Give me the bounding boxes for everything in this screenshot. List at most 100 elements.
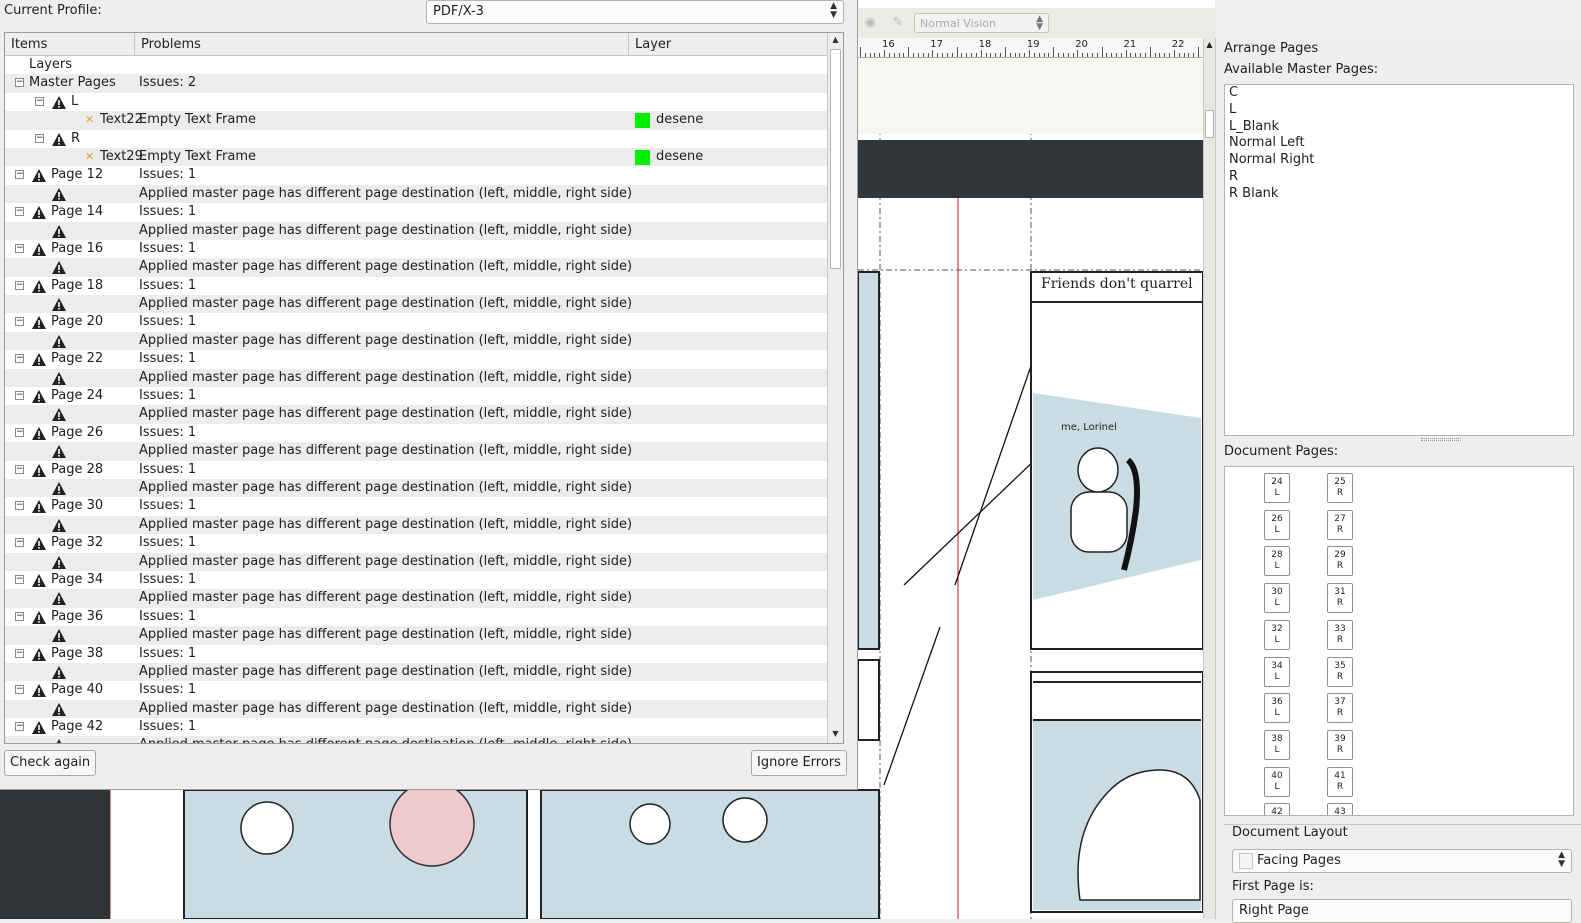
- collapse-icon[interactable]: −: [15, 574, 24, 584]
- tree-vertical-scrollbar[interactable]: ▲ ▼: [827, 33, 843, 743]
- collapse-icon[interactable]: −: [15, 722, 24, 732]
- tree-row[interactable]: Applied master page has different page d…: [5, 184, 827, 204]
- tree-row[interactable]: − Page 24 Issues: 1: [5, 387, 827, 405]
- tree-row[interactable]: Applied master page has different page d…: [5, 405, 827, 424]
- scroll-down-icon[interactable]: ▼: [830, 729, 841, 741]
- tree-row[interactable]: − Page 38 Issues: 1: [5, 645, 827, 663]
- collapse-icon[interactable]: −: [15, 243, 24, 253]
- collapse-icon[interactable]: −: [15, 427, 24, 437]
- ignore-errors-button[interactable]: Ignore Errors: [751, 750, 847, 776]
- tree-row[interactable]: − Page 28 Issues: 1: [5, 461, 827, 479]
- tree-row[interactable]: ✕ Text22 Empty Text Frame desene: [5, 111, 827, 130]
- document-page-thumb[interactable]: 42: [1264, 803, 1290, 815]
- tree-row[interactable]: Applied master page has different page d…: [5, 589, 827, 608]
- splitter-handle[interactable]: [1421, 438, 1461, 441]
- tree-scroll-thumb[interactable]: [830, 49, 841, 269]
- master-page-item[interactable]: C: [1225, 85, 1573, 102]
- document-page-thumb[interactable]: 40 L: [1264, 766, 1290, 797]
- tree-row[interactable]: − Page 40 Issues: 1: [5, 681, 827, 699]
- tree-row[interactable]: Layers: [5, 56, 827, 74]
- tree-row[interactable]: − Page 16 Issues: 1: [5, 240, 827, 258]
- document-page-thumb[interactable]: 27 R: [1327, 509, 1353, 540]
- document-page-thumb[interactable]: 36 L: [1264, 693, 1290, 724]
- tree-row[interactable]: − Page 14 Issues: 1: [5, 203, 827, 221]
- tree-row[interactable]: − Page 30 Issues: 1: [5, 497, 827, 515]
- collapse-icon[interactable]: −: [15, 207, 24, 217]
- document-page-thumb[interactable]: 24 L: [1264, 473, 1290, 503]
- document-page-thumb[interactable]: 39 R: [1327, 729, 1353, 760]
- collapse-icon[interactable]: −: [15, 170, 24, 180]
- collapse-icon[interactable]: −: [15, 648, 24, 658]
- collapse-icon[interactable]: −: [15, 391, 24, 401]
- master-page-item[interactable]: R Blank: [1225, 186, 1573, 203]
- collapse-icon[interactable]: −: [15, 464, 24, 474]
- master-page-item[interactable]: Normal Right: [1225, 152, 1573, 169]
- layout-select[interactable]: Facing Pages ▲ ▼: [1232, 849, 1572, 873]
- tree-row[interactable]: − Page 22 Issues: 1: [5, 350, 827, 368]
- tree-row[interactable]: Applied master page has different page d…: [5, 258, 827, 277]
- master-pages-list[interactable]: C L L_Blank Normal Left Normal Right R R Blank: [1224, 84, 1574, 436]
- check-again-button[interactable]: Check again: [4, 750, 97, 776]
- tree-row[interactable]: Applied master page has different page d…: [5, 368, 827, 388]
- column-header-layer[interactable]: Layer: [629, 33, 827, 56]
- document-page-thumb[interactable]: 35 R: [1327, 656, 1353, 687]
- master-page-item[interactable]: L: [1225, 102, 1573, 119]
- document-page-thumb[interactable]: 30 L: [1264, 583, 1290, 614]
- tree-row[interactable]: ✕ Text29 Empty Text Frame desene: [5, 147, 827, 167]
- tree-row[interactable]: Applied master page has different page d…: [5, 626, 827, 645]
- canvas-vertical-scrollbar[interactable]: ▲: [1203, 38, 1215, 919]
- collapse-icon[interactable]: −: [15, 501, 24, 511]
- tree-row[interactable]: Applied master page has different page d…: [5, 736, 827, 743]
- document-page-thumb[interactable]: 33 R: [1327, 619, 1353, 650]
- document-page-thumb[interactable]: 43: [1327, 803, 1353, 815]
- tree-row[interactable]: Applied master page has different page d…: [5, 221, 827, 240]
- tree-row[interactable]: Applied master page has different page d…: [5, 295, 827, 314]
- document-page-thumb[interactable]: 32 L: [1264, 619, 1290, 650]
- tree-row[interactable]: Applied master page has different page d…: [5, 442, 827, 461]
- first-page-select[interactable]: Right Page: [1232, 899, 1572, 923]
- collapse-icon[interactable]: −: [15, 538, 24, 548]
- master-page-item[interactable]: L_Blank: [1225, 119, 1573, 136]
- tree-row[interactable]: − Page 18 Issues: 1: [5, 277, 827, 295]
- document-page-thumb[interactable]: 34 L: [1264, 656, 1290, 687]
- column-header-problems[interactable]: Problems: [135, 33, 629, 56]
- collapse-icon[interactable]: −: [15, 611, 24, 621]
- eye-icon[interactable]: ◉: [862, 15, 878, 31]
- tree-row[interactable]: − Page 26 Issues: 1: [5, 424, 827, 442]
- collapse-icon[interactable]: −: [35, 133, 44, 143]
- document-page-thumb[interactable]: 29 R: [1327, 546, 1353, 577]
- profile-select[interactable]: PDF/X-3 ▲ ▼: [426, 0, 844, 24]
- vision-select[interactable]: Normal Vision ▲ ▼: [914, 13, 1049, 33]
- tree-row[interactable]: − Page 32 Issues: 1: [5, 534, 827, 552]
- collapse-icon[interactable]: −: [15, 78, 24, 88]
- document-page-thumb[interactable]: 31 R: [1327, 583, 1353, 614]
- tree-row[interactable]: Applied master page has different page d…: [5, 515, 827, 535]
- tree-row[interactable]: − L: [5, 93, 827, 111]
- horizontal-ruler[interactable]: 16 17 18 19 20 21 22: [858, 38, 1204, 58]
- scroll-up-icon[interactable]: ▲: [1205, 40, 1214, 50]
- collapse-icon[interactable]: −: [15, 685, 24, 695]
- tree-row[interactable]: Applied master page has different page d…: [5, 699, 827, 719]
- tree-row[interactable]: − Page 34 Issues: 1: [5, 571, 827, 589]
- document-page-thumb[interactable]: 26 L: [1264, 509, 1290, 540]
- collapse-icon[interactable]: −: [15, 280, 24, 290]
- document-page-thumb[interactable]: 41 R: [1327, 766, 1353, 797]
- tree-row[interactable]: Applied master page has different page d…: [5, 552, 827, 571]
- column-header-items[interactable]: Items: [5, 33, 135, 56]
- tree-row[interactable]: Applied master page has different page d…: [5, 478, 827, 498]
- document-page-thumb[interactable]: 25 R: [1327, 473, 1353, 503]
- canvas-scroll-thumb[interactable]: [1205, 110, 1214, 138]
- tree-row[interactable]: − R: [5, 130, 827, 148]
- master-page-item[interactable]: R: [1225, 169, 1573, 186]
- document-page-thumb[interactable]: 28 L: [1264, 546, 1290, 577]
- issues-tree[interactable]: Items Problems Layer Layers − Master Pages…: [4, 32, 844, 744]
- document-pages-view[interactable]: 24 L 25 R 26 L 27 R 28 L 29 R 30 L 31 R 32 L 33 R 34 L 35 R 36 L 3…: [1224, 466, 1574, 816]
- tree-row[interactable]: − Page 20 Issues: 1: [5, 313, 827, 331]
- collapse-icon[interactable]: −: [15, 354, 24, 364]
- edit-icon[interactable]: ✎: [890, 15, 906, 31]
- scroll-up-icon[interactable]: ▲: [830, 35, 841, 47]
- collapse-icon[interactable]: −: [35, 96, 44, 106]
- tree-row[interactable]: − Page 12 Issues: 1: [5, 166, 827, 184]
- master-page-item[interactable]: Normal Left: [1225, 135, 1573, 152]
- tree-row[interactable]: − Page 36 Issues: 1: [5, 608, 827, 626]
